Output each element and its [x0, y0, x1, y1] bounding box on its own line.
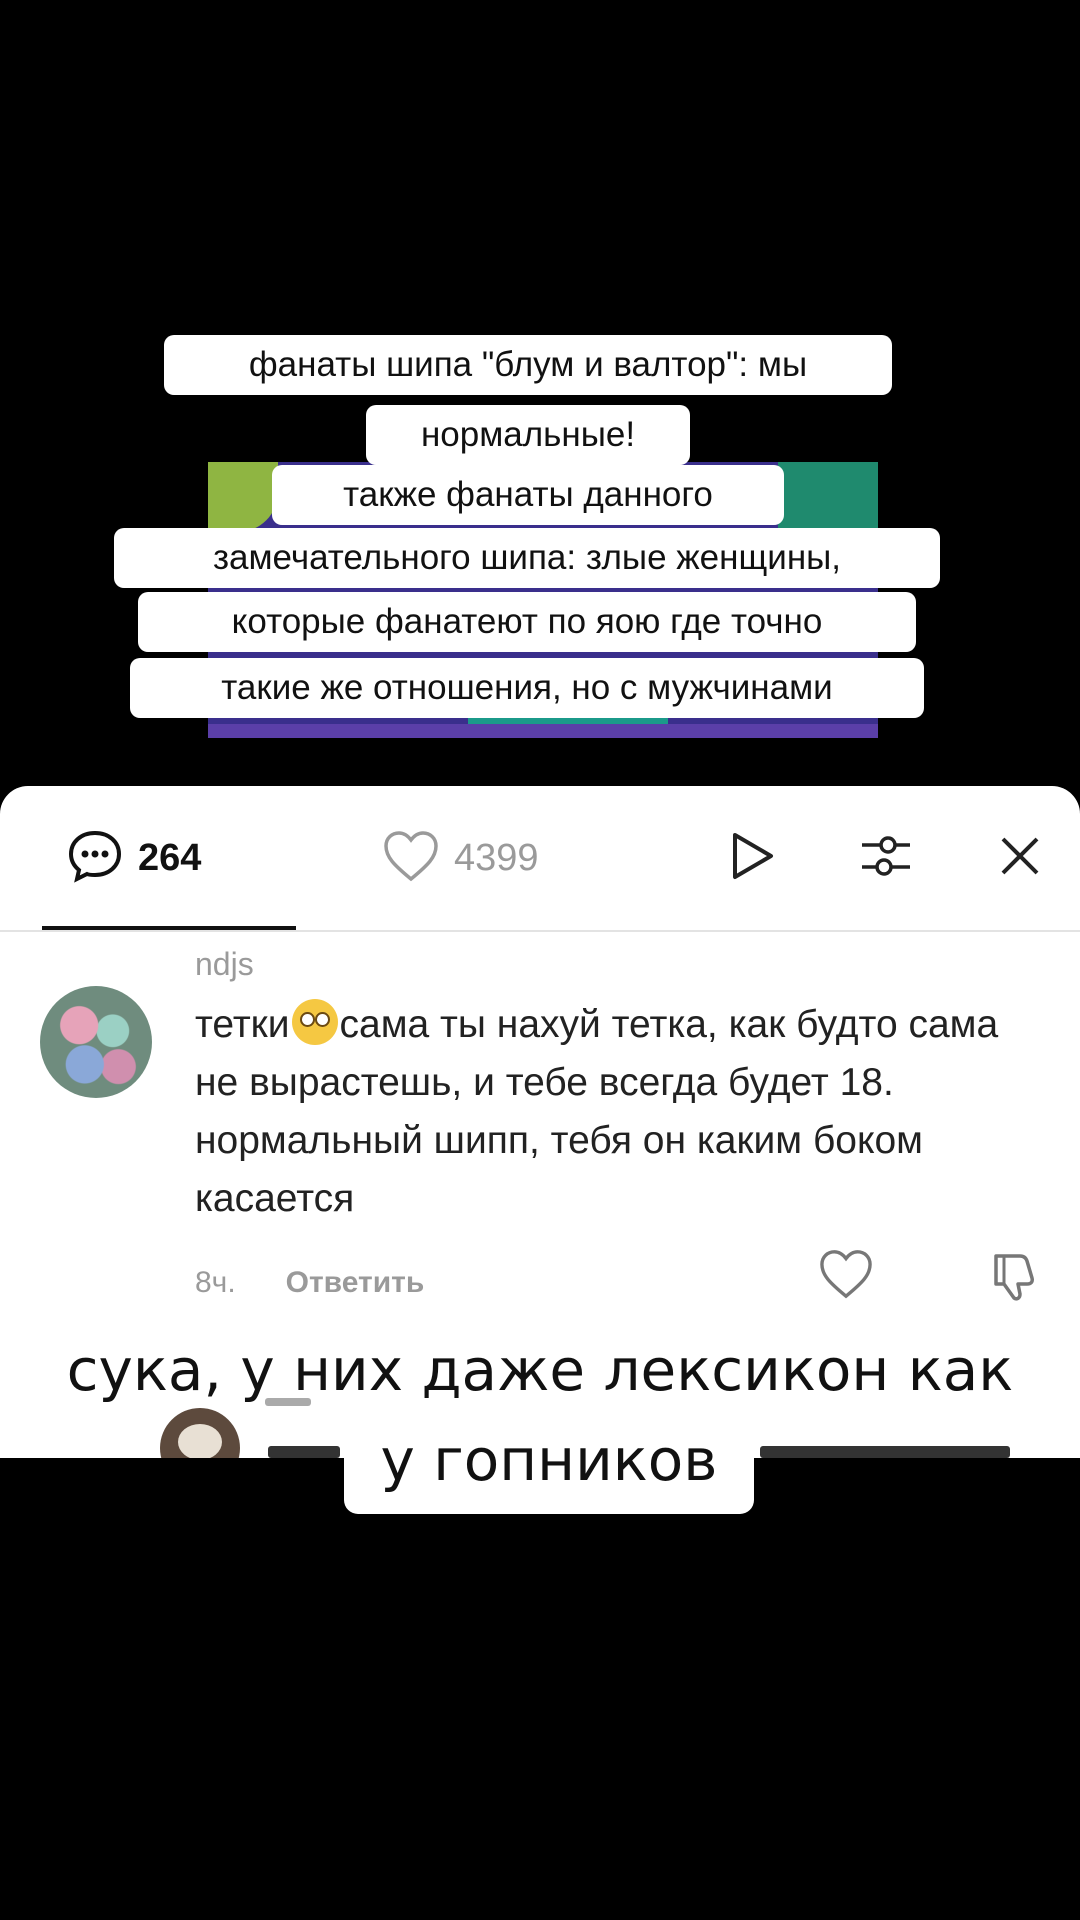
caption-line: замечательного шипа: злые женщины, — [114, 528, 940, 588]
close-button[interactable] — [990, 828, 1050, 888]
like-count: 4399 — [454, 836, 539, 879]
close-icon — [999, 835, 1041, 882]
comment-bubble-icon — [66, 827, 124, 890]
caption-line: которые фанатеют по яою где точно — [138, 592, 916, 652]
frame-decoration — [208, 724, 878, 738]
bottom-caption-line: сука, у них даже лексикон как — [66, 1336, 1014, 1404]
caption-line: нормальные! — [366, 405, 690, 465]
heart-icon — [382, 829, 440, 888]
comment-text-start: тетки — [195, 1003, 290, 1046]
filter-button[interactable] — [856, 828, 916, 888]
comment-meta: 8ч. Ответить — [195, 1266, 424, 1300]
rolling-eyes-emoji-icon — [291, 999, 338, 1045]
comment-like-button[interactable] — [818, 1248, 878, 1308]
frame-decoration — [208, 462, 278, 532]
divider — [0, 930, 1080, 932]
comment-count: 264 — [138, 836, 202, 879]
caption-line: также фанаты данного — [272, 465, 784, 525]
comment-text-fragment — [760, 1446, 1010, 1458]
comment-text: тетки сама ты нахуй тетка, как будто сама… — [195, 996, 1025, 1228]
bottom-caption-line: у гопников — [344, 1414, 754, 1514]
comment-username[interactable]: ndjs — [195, 946, 254, 983]
play-icon — [727, 829, 777, 888]
sliders-icon — [858, 831, 914, 886]
caption-line: такие же отношения, но с мужчинами — [130, 658, 924, 718]
tab-likes[interactable]: 4399 — [382, 828, 539, 888]
avatar[interactable] — [160, 1408, 240, 1458]
play-button[interactable] — [722, 828, 782, 888]
heart-icon — [818, 1250, 874, 1304]
tab-comments[interactable]: 264 — [66, 828, 201, 888]
thumbs-down-icon — [990, 1254, 1040, 1308]
caption-line: фанаты шипа "блум и валтор": мы — [164, 335, 892, 395]
panel-tabs: 264 4399 — [0, 786, 1080, 931]
avatar[interactable] — [40, 986, 152, 1098]
comment-text-fragment — [268, 1446, 340, 1458]
comment-time: 8ч. — [195, 1266, 236, 1299]
reply-button[interactable]: Ответить — [286, 1266, 425, 1300]
comment-dislike-button[interactable] — [990, 1248, 1046, 1308]
